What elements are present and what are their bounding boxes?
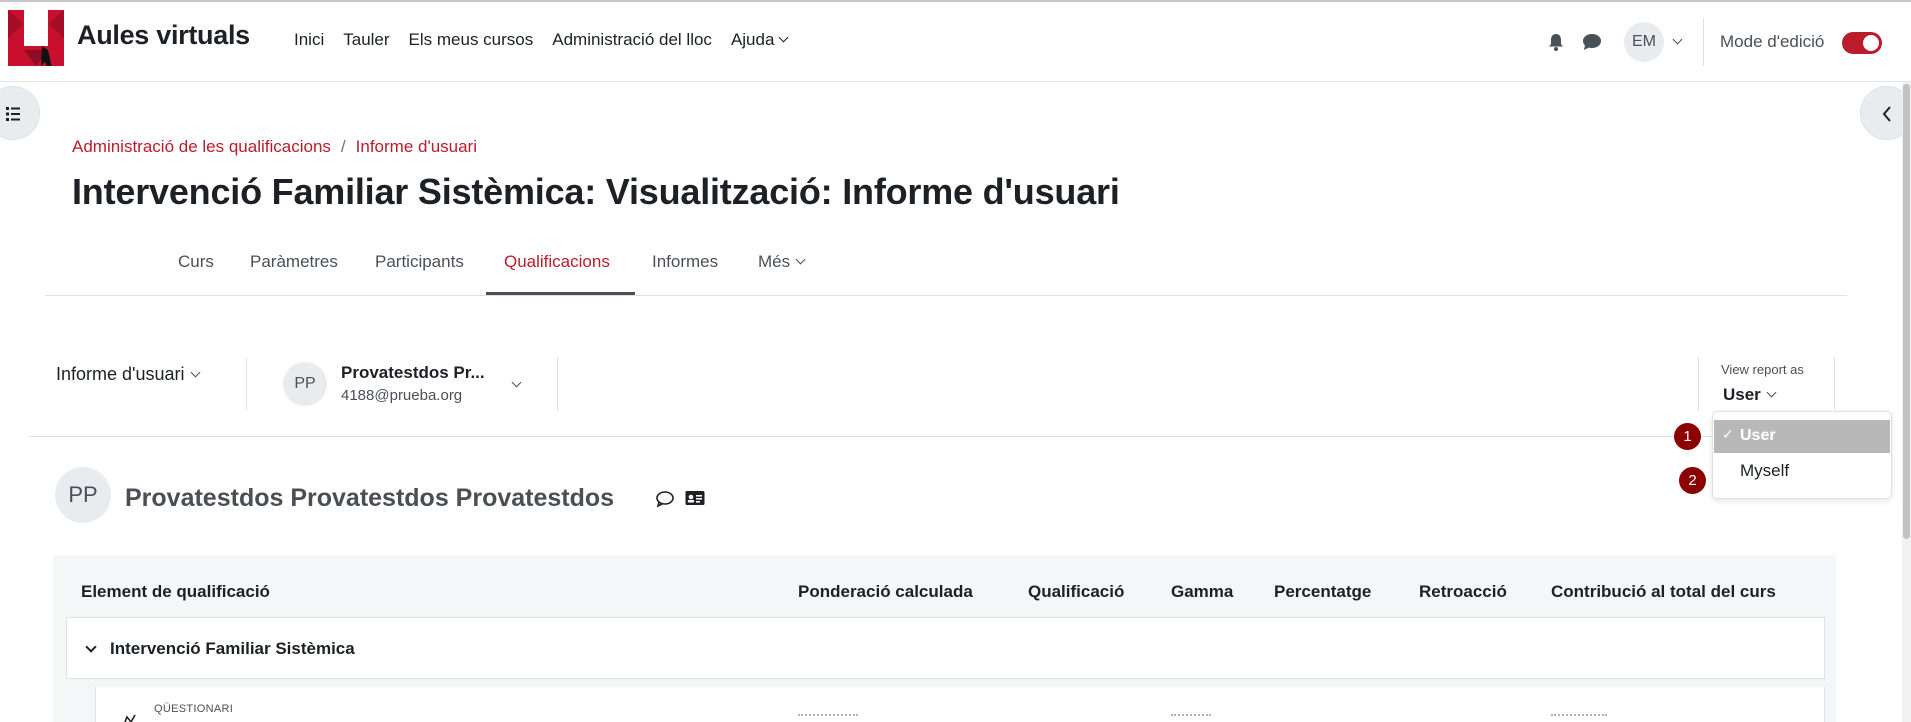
breadcrumb-separator: /	[340, 137, 346, 156]
action-bar-divider	[1834, 358, 1835, 410]
bell-icon[interactable]	[1548, 33, 1564, 51]
menu-item-myself[interactable]: Myself	[1740, 461, 1789, 481]
nav-link-help[interactable]: Ajuda	[731, 30, 787, 50]
user-full-name[interactable]: Provatestdos Provatestdos Provatestdos	[125, 484, 614, 513]
action-bar-divider	[1698, 358, 1699, 410]
navbar-divider	[1703, 18, 1704, 66]
user-avatar[interactable]: EM	[1624, 22, 1664, 62]
column-header-grade-item: Element de qualificació	[81, 582, 270, 601]
check-icon: ✓	[1722, 426, 1734, 442]
view-report-as-label: View report as	[1721, 362, 1804, 377]
page-title: Intervenció Familiar Sistèmica: Visualit…	[72, 171, 1120, 212]
column-header-grade: Qualificació	[1028, 582, 1125, 601]
site-logo[interactable]	[8, 10, 64, 66]
active-tab-indicator	[486, 292, 635, 295]
column-header-calculated-weight: Ponderació calculada	[798, 582, 973, 601]
range-cell	[1171, 714, 1211, 722]
course-index-drawer-button[interactable]	[0, 86, 40, 140]
secondary-nav: Curs Paràmetres Participants Qualificaci…	[45, 236, 1847, 296]
tab-curs[interactable]: Curs	[178, 252, 214, 272]
list-icon	[6, 107, 20, 121]
edit-mode-toggle[interactable]	[1842, 32, 1882, 54]
nav-link-site-admin[interactable]: Administració del lloc	[552, 30, 712, 50]
tab-informes[interactable]: Informes	[652, 252, 718, 272]
view-report-as-select[interactable]: User	[1723, 385, 1775, 405]
category-name: Intervenció Familiar Sistèmica	[110, 639, 355, 658]
edit-mode-label: Mode d'edició	[1720, 32, 1825, 51]
id-card-icon[interactable]	[685, 489, 705, 507]
menu-item-user[interactable]: ✓ User	[1714, 420, 1890, 453]
chat-icon[interactable]	[1582, 33, 1602, 51]
report-selector[interactable]: Informe d'usuari	[56, 364, 199, 385]
breadcrumb: Administració de les qualificacions / Info…	[72, 137, 477, 157]
contribution-cell	[1551, 714, 1607, 722]
brand-name[interactable]: Aules virtuals	[77, 20, 250, 51]
menu-item-label: User	[1740, 427, 1776, 444]
selected-user-name[interactable]: Provatestdos Pr...	[341, 363, 485, 383]
column-header-percentage: Percentatge	[1274, 582, 1372, 601]
column-header-feedback: Retroacció	[1419, 582, 1507, 601]
breadcrumb-item-grade-admin[interactable]: Administració de les qualificacions	[72, 137, 331, 156]
action-bar-divider	[246, 358, 247, 410]
user-profile-avatar[interactable]: PP	[55, 467, 111, 523]
annotation-badge: 1	[1674, 423, 1701, 450]
message-icon[interactable]	[655, 490, 675, 508]
tab-qualificacions[interactable]: Qualificacions	[504, 252, 610, 272]
tab-mes[interactable]: Més	[758, 252, 804, 272]
action-bar-divider	[557, 358, 558, 410]
grade-item-type: QÜESTIONARI	[154, 703, 234, 715]
primary-nav: Inici Tauler Els meus cursos Administrac…	[294, 30, 806, 50]
scrollbar-thumb[interactable]	[1903, 84, 1910, 539]
column-header-range: Gamma	[1171, 582, 1234, 601]
selected-user-avatar[interactable]: PP	[283, 362, 327, 406]
nav-link-my-courses[interactable]: Els meus cursos	[409, 30, 534, 50]
calculated-weight-cell	[798, 714, 858, 722]
breadcrumb-item-user-report[interactable]: Informe d'usuari	[356, 137, 477, 156]
selected-user-email: 4188@prueba.org	[341, 387, 463, 404]
column-header-course-contribution: Contribució al total del curs	[1551, 582, 1776, 601]
tab-parametres[interactable]: Paràmetres	[250, 252, 338, 272]
quiz-icon	[124, 714, 136, 722]
tab-participants[interactable]: Participants	[375, 252, 464, 272]
nav-link-inici[interactable]: Inici	[294, 30, 324, 50]
nav-link-tauler[interactable]: Tauler	[343, 30, 389, 50]
annotation-badge: 2	[1679, 467, 1706, 494]
